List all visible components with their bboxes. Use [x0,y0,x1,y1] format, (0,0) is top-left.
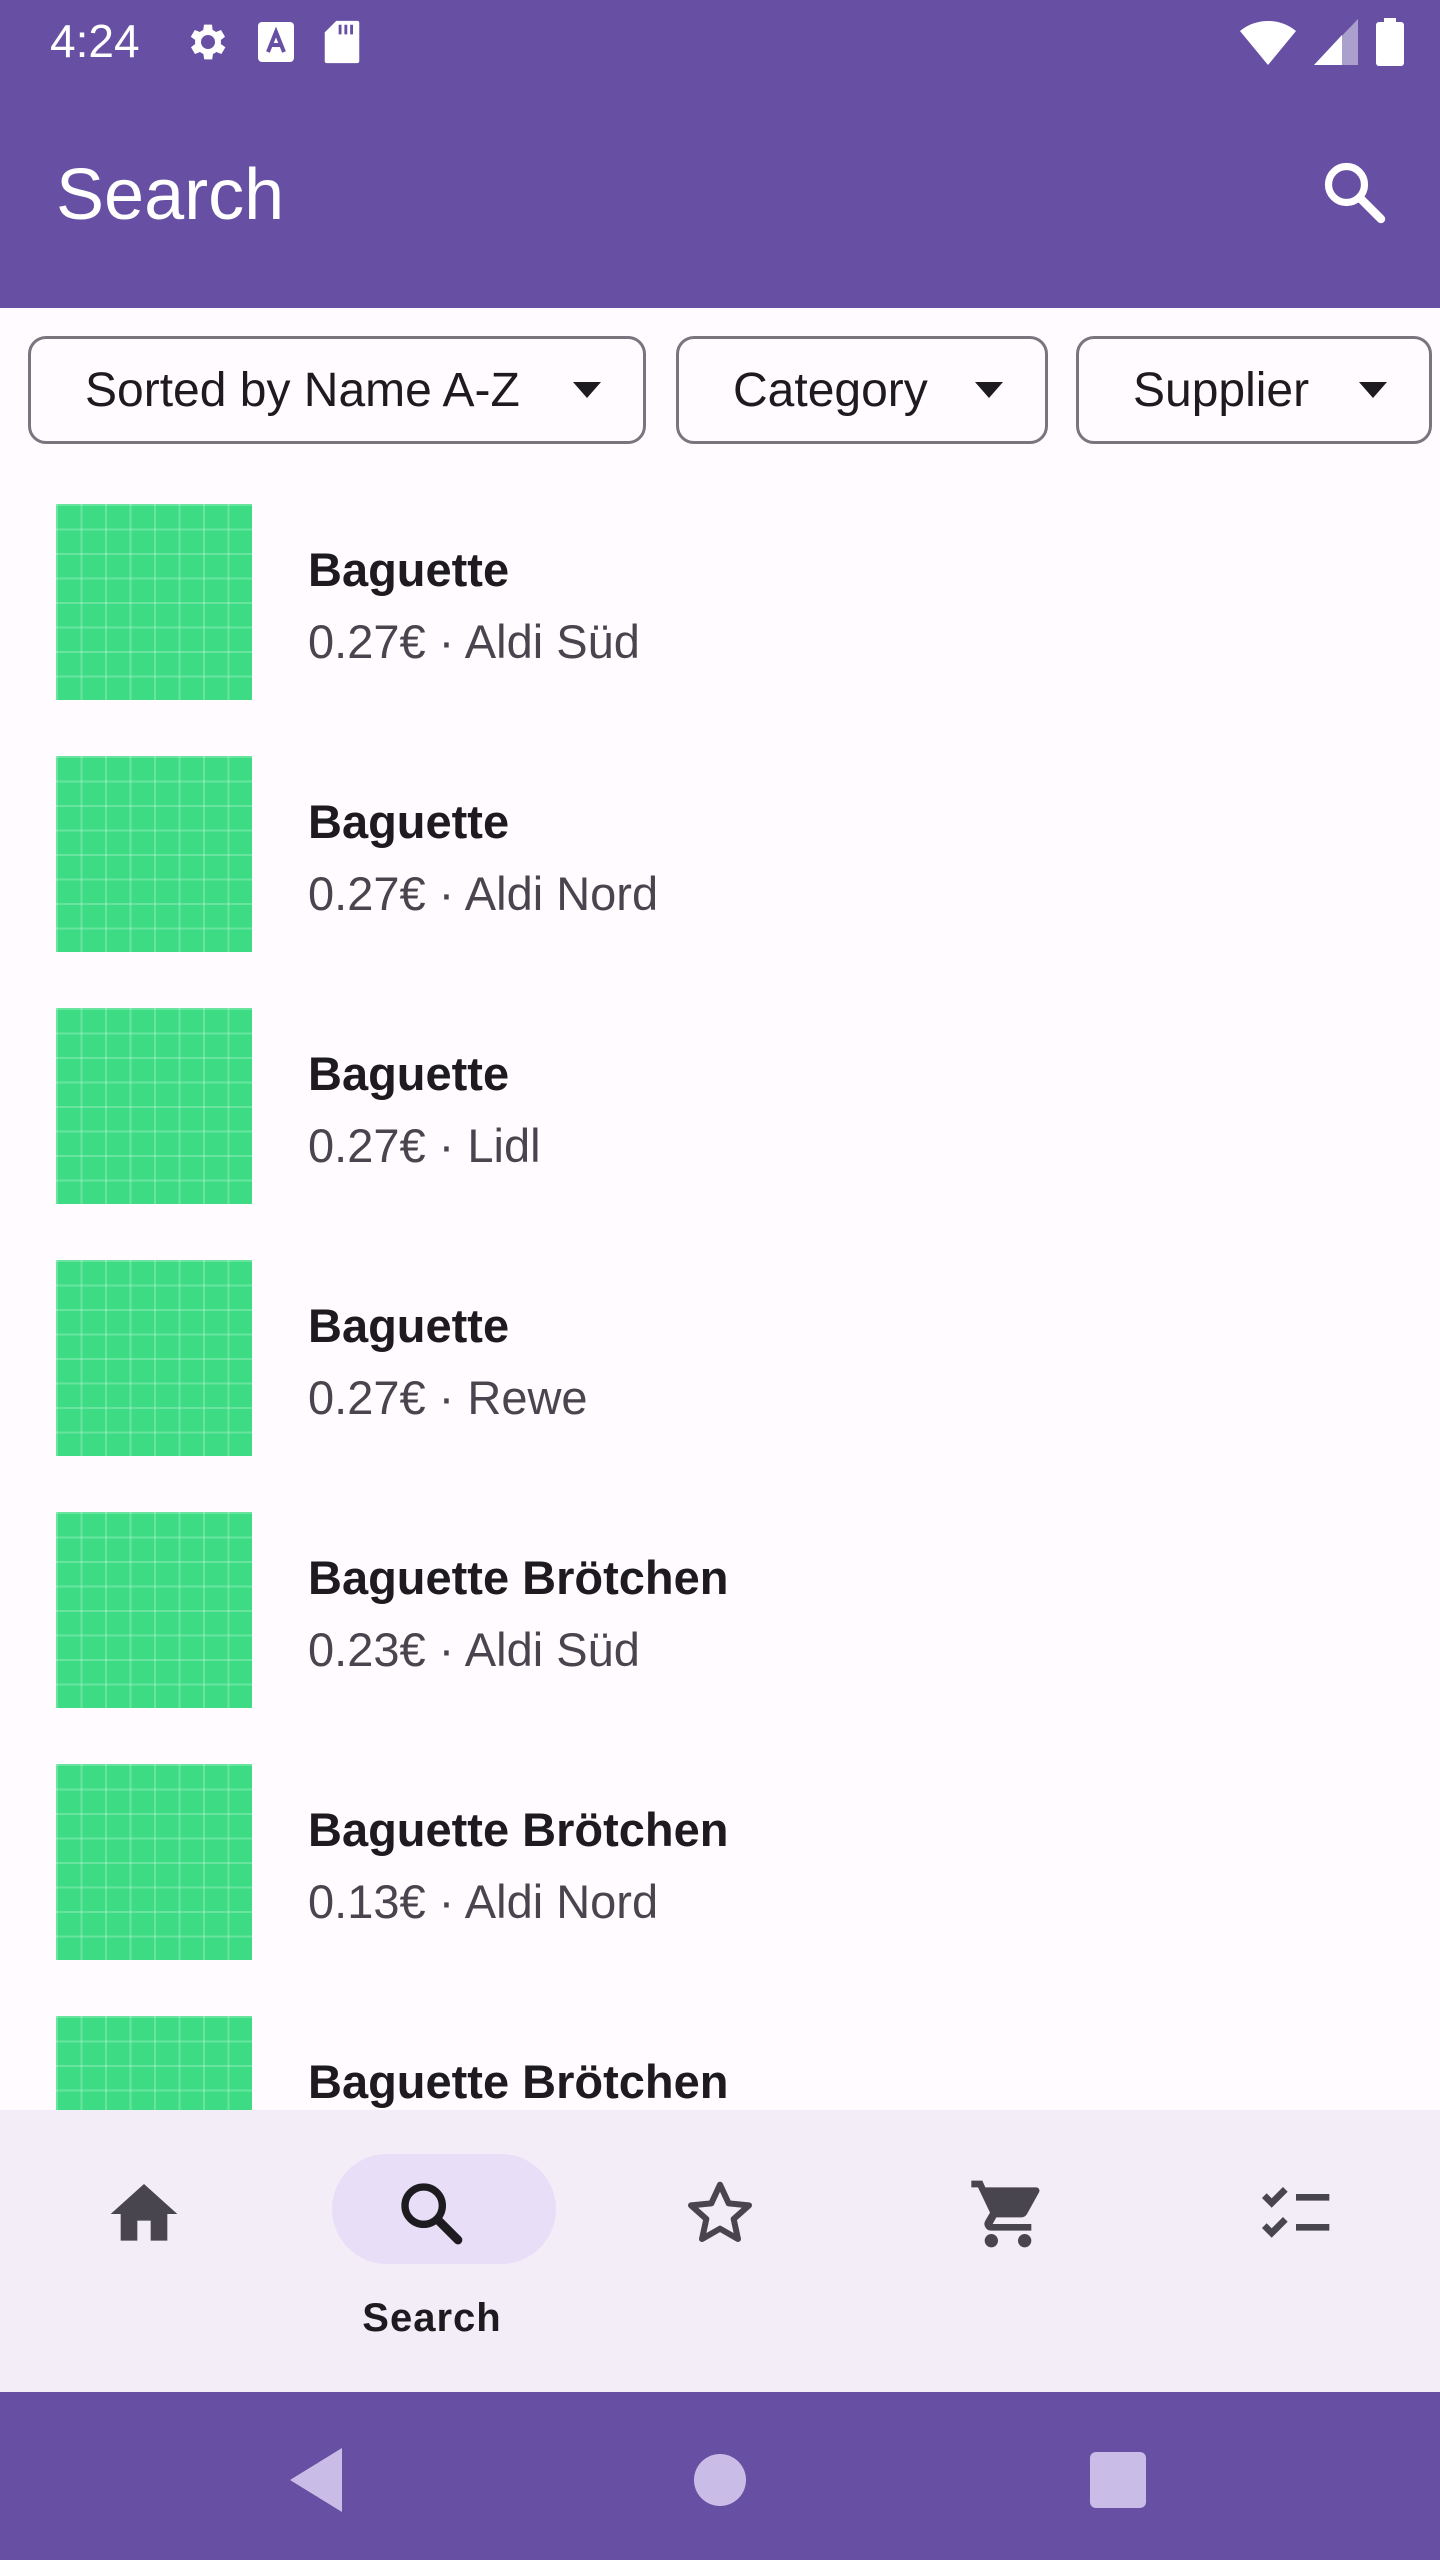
search-icon [401,2183,463,2245]
list-item[interactable]: Baguette 0.27€ · Aldi Süd [0,504,1440,700]
sort-dropdown[interactable]: Sorted by Name A-Z [28,336,646,444]
product-thumbnail [56,1260,252,1456]
checklist-icon [1261,2186,1330,2238]
back-icon[interactable] [278,2440,358,2520]
battery-icon [1376,18,1404,66]
list-item[interactable]: Baguette 0.27€ · Rewe [0,1260,1440,1456]
product-price-supplier: 0.27€ · Aldi Nord [308,867,659,920]
wifi-icon [1240,21,1296,65]
product-name: Baguette [308,1299,510,1352]
search-icon[interactable] [1318,156,1390,228]
star-icon [688,2181,752,2242]
nav-item-home[interactable] [0,2110,288,2392]
product-name: Baguette Brötchen [308,1803,729,1856]
product-name: Baguette [308,795,510,848]
supplier-dropdown-label: Supplier [1133,363,1310,417]
category-dropdown-label: Category [733,363,928,417]
chevron-down-icon [1359,382,1387,398]
nav-item-favorites[interactable] [576,2110,864,2392]
cart-icon [971,2180,1040,2248]
chevron-down-icon [975,382,1003,398]
product-thumbnail [56,2016,252,2110]
product-thumbnail [56,1764,252,1960]
gear-icon [190,24,226,60]
filter-bar: Sorted by Name A-Z Category Supplier [0,336,1440,448]
page-title: Search [56,155,285,235]
recents-square-icon[interactable] [1078,2440,1158,2520]
nav-label-search: Search [362,2296,502,2340]
product-thumbnail [56,1512,252,1708]
home-circle-icon[interactable] [680,2440,760,2520]
status-bar: 4:24 [0,0,1440,84]
product-thumbnail [56,756,252,952]
status-right-icons [1240,18,1404,66]
list-item[interactable]: Baguette 0.27€ · Lidl [0,1008,1440,1204]
sort-dropdown-label: Sorted by Name A-Z [85,363,520,417]
system-navigation-bar [0,2392,1440,2560]
product-thumbnail [56,504,252,700]
product-thumbnail [56,1008,252,1204]
home-icon [110,2184,178,2241]
list-item[interactable]: Baguette Brötchen [0,2016,1440,2110]
status-time: 4:24 [50,15,140,67]
product-price-supplier: 0.27€ · Lidl [308,1119,541,1172]
list-item[interactable]: Baguette 0.27€ · Aldi Nord [0,756,1440,952]
font-a-icon [258,22,294,62]
nav-item-cart[interactable] [864,2110,1152,2392]
product-name: Baguette [308,1047,510,1100]
product-price-supplier: 0.27€ · Aldi Süd [308,615,640,668]
list-item[interactable]: Baguette Brötchen 0.23€ · Aldi Süd [0,1512,1440,1708]
product-name: Baguette Brötchen [308,2055,729,2108]
nav-item-search[interactable]: Search [288,2110,576,2392]
status-left-icons [182,18,362,66]
supplier-dropdown[interactable]: Supplier [1076,336,1432,444]
category-dropdown[interactable]: Category [676,336,1048,444]
bottom-navigation: Search [0,2110,1440,2392]
cell-signal-icon [1314,19,1358,65]
nav-item-checklist[interactable] [1152,2110,1440,2392]
product-price-supplier: 0.23€ · Aldi Süd [308,1623,640,1676]
product-price-supplier: 0.13€ · Aldi Nord [308,1875,659,1928]
chevron-down-icon [573,382,601,398]
sd-card-icon [324,20,360,64]
product-name: Baguette Brötchen [308,1551,729,1604]
product-list: Baguette 0.27€ · Aldi Süd Baguette 0.27€… [0,504,1440,2110]
list-item[interactable]: Baguette Brötchen 0.13€ · Aldi Nord [0,1764,1440,1960]
top-app-bar: Search [0,84,1440,308]
product-price-supplier: 0.27€ · Rewe [308,1371,588,1424]
product-name: Baguette [308,543,510,596]
